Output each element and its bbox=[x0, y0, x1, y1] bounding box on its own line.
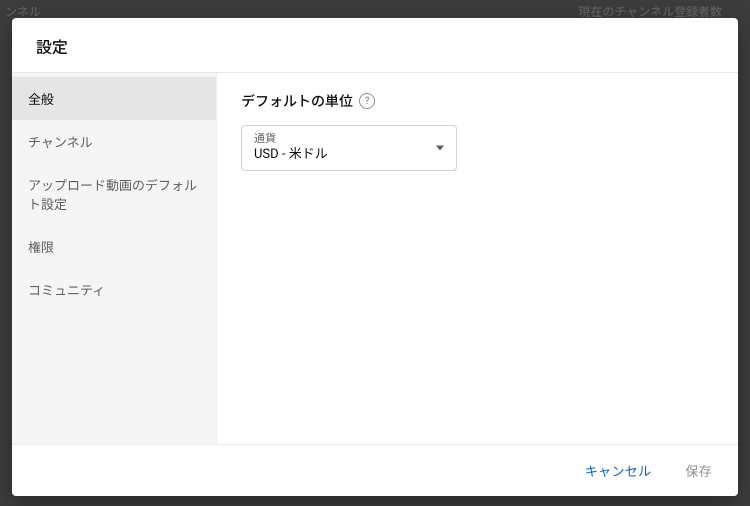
sidebar-item-label: コミュニティ bbox=[28, 284, 105, 299]
currency-select[interactable]: 通貨 USD - 米ドル bbox=[241, 125, 457, 171]
sidebar-item-label: チャンネル bbox=[28, 136, 93, 151]
section-header: デフォルトの単位 ? bbox=[241, 91, 714, 111]
cancel-button[interactable]: キャンセル bbox=[577, 455, 660, 486]
section-title: デフォルトの単位 bbox=[241, 91, 353, 111]
modal-footer: キャンセル 保存 bbox=[12, 444, 738, 496]
sidebar-item-upload-defaults[interactable]: アップロード動画のデフォルト設定 bbox=[12, 163, 216, 225]
save-button[interactable]: 保存 bbox=[677, 455, 720, 486]
help-icon[interactable]: ? bbox=[359, 93, 375, 109]
modal-header: 設定 bbox=[12, 18, 738, 73]
chevron-down-icon bbox=[436, 146, 444, 151]
modal-body: 全般 チャンネル アップロード動画のデフォルト設定 権限 コミュニティ デフォル… bbox=[12, 73, 738, 444]
sidebar-item-label: 権限 bbox=[28, 241, 54, 256]
sidebar-item-channel[interactable]: チャンネル bbox=[12, 120, 216, 163]
sidebar-item-general[interactable]: 全般 bbox=[12, 77, 216, 120]
settings-modal: 設定 全般 チャンネル アップロード動画のデフォルト設定 権限 コミュニティ デ… bbox=[12, 18, 738, 496]
currency-select-label: 通貨 bbox=[254, 132, 444, 145]
sidebar-item-label: 全般 bbox=[28, 93, 54, 108]
sidebar-item-community[interactable]: コミュニティ bbox=[12, 268, 216, 311]
currency-select-value: USD - 米ドル bbox=[254, 146, 444, 164]
sidebar-item-permissions[interactable]: 権限 bbox=[12, 225, 216, 268]
modal-title: 設定 bbox=[36, 34, 714, 58]
settings-sidebar: 全般 チャンネル アップロード動画のデフォルト設定 権限 コミュニティ bbox=[12, 73, 217, 444]
main-panel: デフォルトの単位 ? 通貨 USD - 米ドル bbox=[217, 73, 738, 444]
sidebar-item-label: アップロード動画のデフォルト設定 bbox=[28, 179, 197, 213]
